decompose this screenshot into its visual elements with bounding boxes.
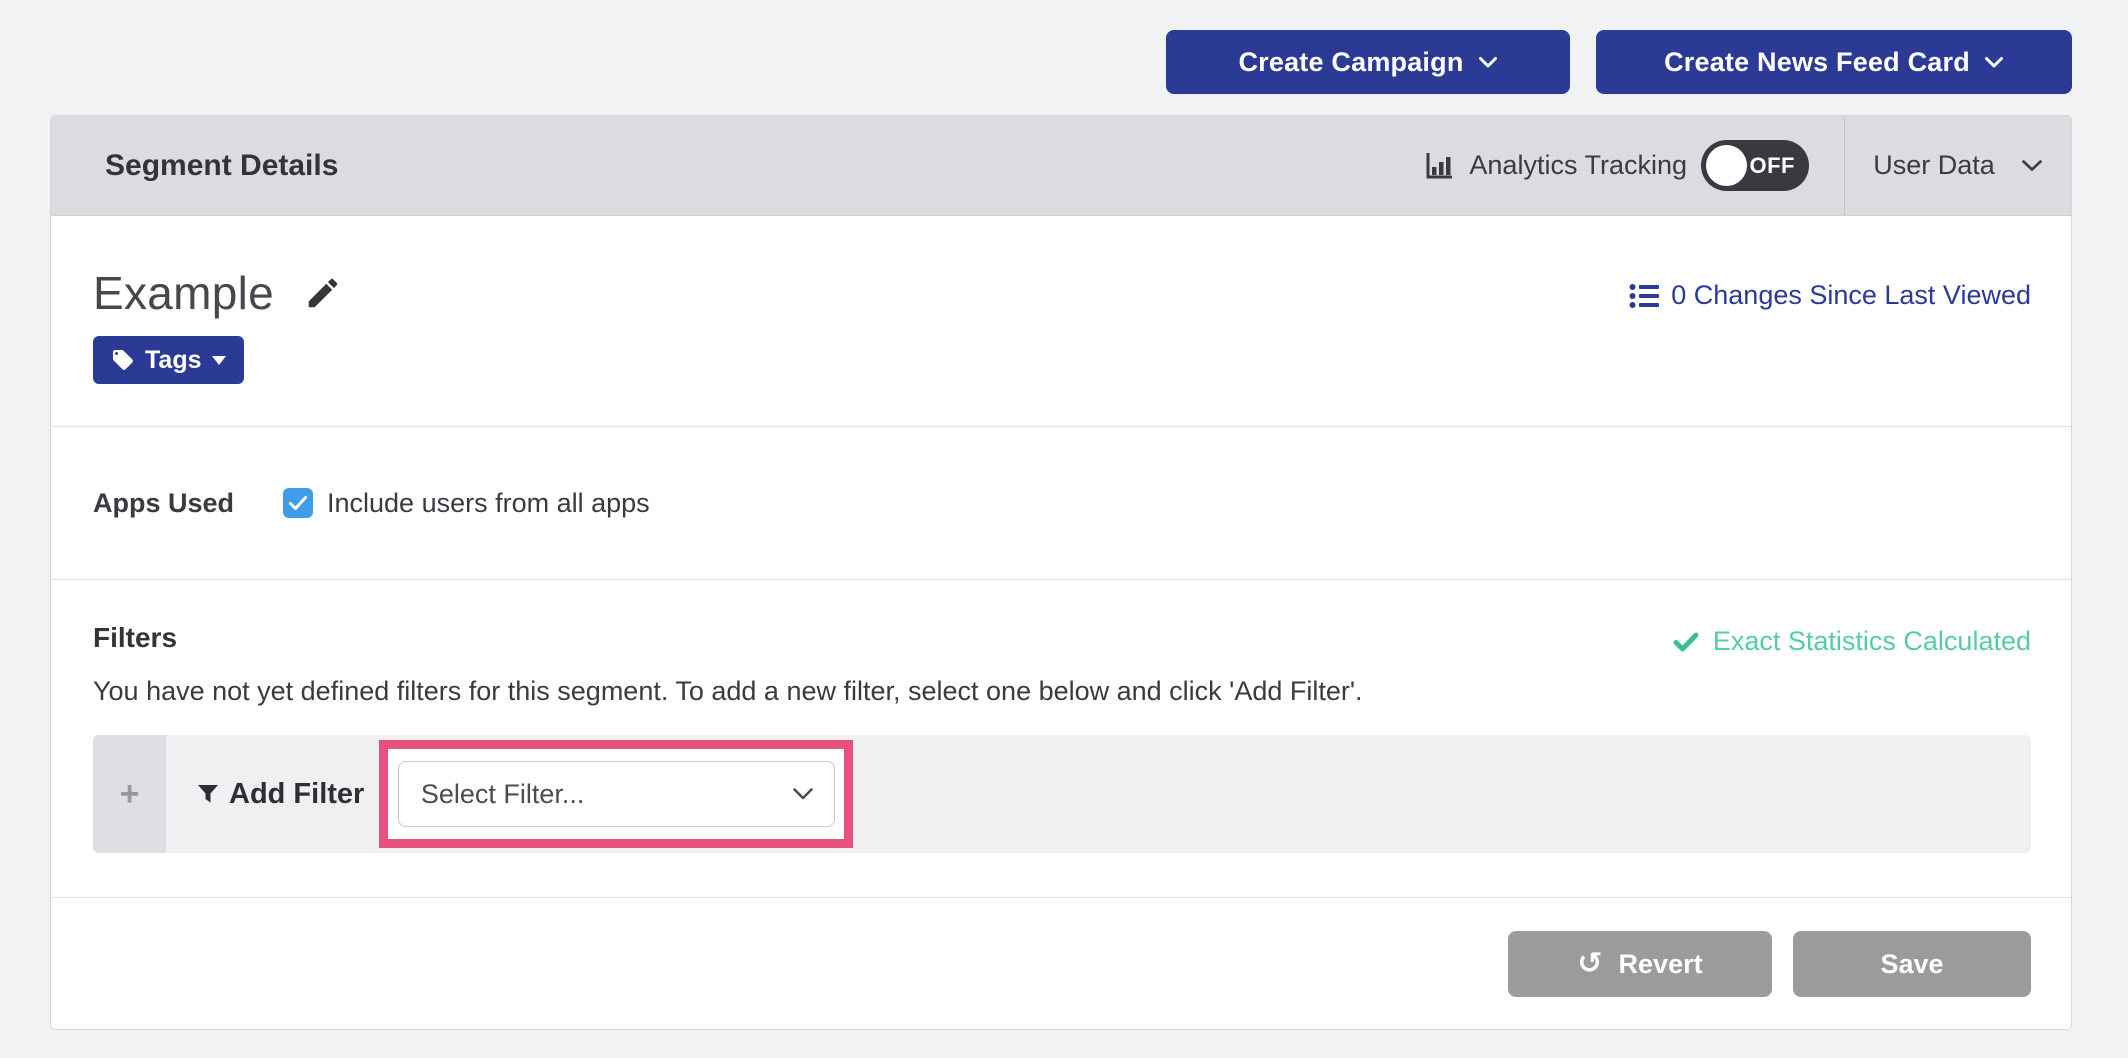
chevron-down-icon <box>792 787 814 801</box>
check-icon <box>1673 632 1699 652</box>
include-all-apps-label: Include users from all apps <box>327 488 650 519</box>
top-action-bar: Create Campaign Create News Feed Card <box>1166 30 2072 94</box>
revert-button-label: Revert <box>1619 949 1703 980</box>
analytics-tracking-toggle[interactable]: OFF <box>1701 140 1809 191</box>
segment-details-page: Create Campaign Create News Feed Card Se… <box>0 0 2128 1058</box>
add-filter-row: + Add Filter Select Filter... <box>93 735 2031 853</box>
card-header: Segment Details Analytics Tracking <box>51 116 2071 216</box>
revert-button[interactable]: ↺ Revert <box>1508 931 1772 997</box>
user-data-label: User Data <box>1873 150 1995 181</box>
add-filter-label-group: Add Filter <box>196 778 364 811</box>
save-button[interactable]: Save <box>1793 931 2031 997</box>
filters-empty-message: You have not yet defined filters for thi… <box>93 676 2031 707</box>
exact-statistics-status: Exact Statistics Calculated <box>1673 626 2031 657</box>
bar-chart-icon <box>1423 150 1455 182</box>
user-data-dropdown[interactable]: User Data <box>1845 116 2071 215</box>
page-title: Segment Details <box>105 149 338 183</box>
segment-title-section: Example 0 Changes Since Last Viewed <box>51 216 2071 426</box>
changes-link-label: 0 Changes Since Last Viewed <box>1671 280 2031 311</box>
filters-section: Filters Exact Statistics Calculated You … <box>51 579 2071 897</box>
tag-icon <box>111 348 135 372</box>
apps-used-label: Apps Used <box>93 488 283 519</box>
pencil-icon[interactable] <box>304 274 342 312</box>
funnel-icon <box>196 782 220 806</box>
exact-statistics-label: Exact Statistics Calculated <box>1713 626 2031 657</box>
check-icon <box>288 495 308 511</box>
save-button-label: Save <box>1880 949 1943 980</box>
undo-arrow-icon: ↺ <box>1577 949 1602 979</box>
header-controls: Analytics Tracking OFF User Data <box>1423 116 2071 215</box>
chevron-down-icon <box>1984 56 2004 69</box>
card-footer: ↺ Revert Save <box>51 897 2071 1030</box>
segment-name: Example <box>93 266 274 320</box>
toggle-state-label: OFF <box>1750 153 1796 179</box>
apps-used-section: Apps Used Include users from all apps <box>51 426 2071 579</box>
add-filter-row-body: Add Filter Select Filter... <box>166 735 2031 853</box>
chevron-down-icon <box>2021 159 2043 172</box>
analytics-tracking-label: Analytics Tracking <box>1469 150 1687 181</box>
plus-icon: + <box>120 775 140 814</box>
tags-button-label: Tags <box>145 346 202 375</box>
segment-details-card: Segment Details Analytics Tracking <box>50 115 2072 1030</box>
create-campaign-label: Create Campaign <box>1238 47 1463 78</box>
include-all-apps-checkbox[interactable] <box>283 488 313 518</box>
toggle-knob <box>1706 145 1747 186</box>
add-filter-label: Add Filter <box>229 778 364 811</box>
highlight-annotation-box: Select Filter... <box>379 740 853 848</box>
analytics-tracking-group: Analytics Tracking <box>1423 150 1687 182</box>
changes-since-last-viewed-link[interactable]: 0 Changes Since Last Viewed <box>1629 280 2031 311</box>
caret-down-icon <box>212 356 226 365</box>
create-news-feed-card-label: Create News Feed Card <box>1664 47 1970 78</box>
list-icon <box>1629 283 1659 309</box>
chevron-down-icon <box>1478 56 1498 69</box>
create-campaign-button[interactable]: Create Campaign <box>1166 30 1570 94</box>
add-filter-group-button[interactable]: + <box>93 735 166 853</box>
select-filter-dropdown[interactable]: Select Filter... <box>398 761 835 827</box>
create-news-feed-card-button[interactable]: Create News Feed Card <box>1596 30 2072 94</box>
tags-button[interactable]: Tags <box>93 336 244 384</box>
select-filter-placeholder: Select Filter... <box>421 779 585 810</box>
